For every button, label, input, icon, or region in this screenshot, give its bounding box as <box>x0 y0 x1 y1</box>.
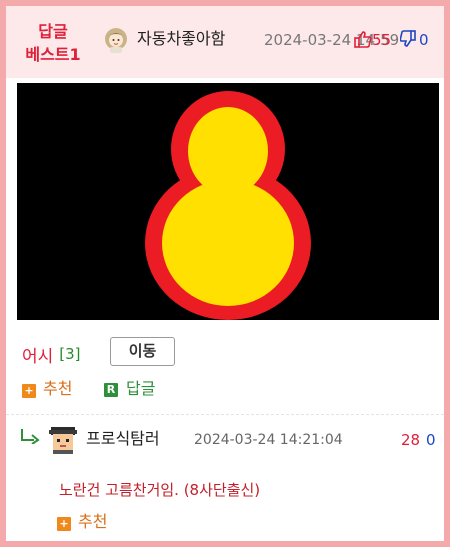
post-image[interactable] <box>17 83 439 320</box>
reply-upvote-count[interactable]: 28 <box>401 429 420 451</box>
best-label-line1: 답글 <box>38 22 68 41</box>
author-name[interactable]: 자동차좋아함 <box>137 26 225 52</box>
post-downvote-count: 0 <box>419 31 429 49</box>
author-avatar-icon[interactable] <box>102 26 130 54</box>
best-reply-badge: 답글 베스트1 <box>22 20 84 66</box>
reply-text: 노란건 고름찬거임. (8사단출신) <box>59 481 261 499</box>
reply-button[interactable]: 답글 <box>126 377 155 401</box>
reply-badge-icon: R <box>104 383 118 397</box>
game-title-link[interactable]: 어시 <box>22 342 53 367</box>
best-label-line2: 베스트1 <box>25 45 81 64</box>
reply-best-card: 답글 베스트1 자동차좋아함 2024-03-24 14:59 55 0 어시 … <box>0 0 450 547</box>
reply-date: 2024-03-24 14:21:04 <box>194 432 343 448</box>
reply-recommend-button[interactable]: 추천 <box>78 510 107 534</box>
number-eight-image <box>17 83 439 320</box>
reply-downvote-count[interactable]: 0 <box>426 429 436 451</box>
thumbs-up-icon[interactable] <box>354 30 372 48</box>
move-button[interactable]: 이동 <box>110 337 175 366</box>
recommend-button[interactable]: 추천 <box>43 377 72 401</box>
comment-count[interactable]: [3] <box>59 345 80 363</box>
reply-author-name[interactable]: 프로식탐러 <box>86 427 160 451</box>
reply-arrow-icon <box>21 429 40 444</box>
card-header: 답글 베스트1 자동차좋아함 2024-03-24 14:59 55 0 <box>6 6 444 78</box>
thumbs-down-icon[interactable] <box>400 30 416 48</box>
post-upvote-count: 55 <box>372 31 392 49</box>
section-divider <box>6 414 444 415</box>
reply-author-avatar-icon[interactable] <box>48 424 78 454</box>
post-meta-row: 어시 [3] <box>22 340 81 368</box>
plus-icon: + <box>22 384 36 398</box>
plus-icon: + <box>57 517 71 531</box>
